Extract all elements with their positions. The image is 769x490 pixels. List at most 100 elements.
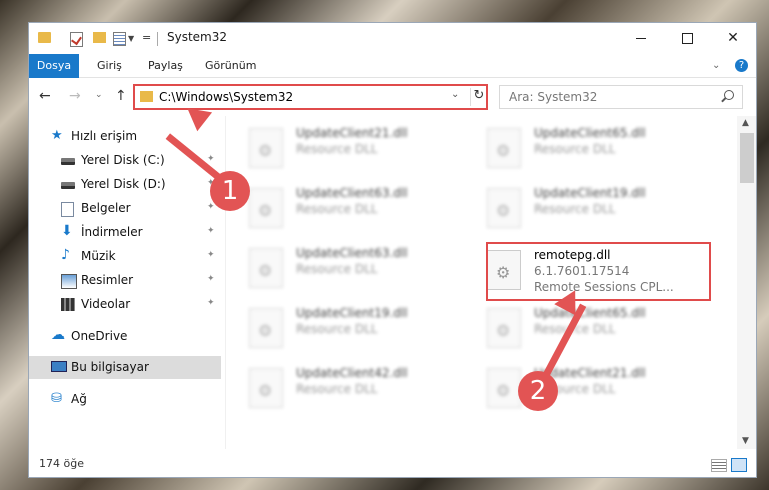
sidebar-item-pictures[interactable]: Resimler ✦ [29, 269, 221, 292]
chevron-down-icon[interactable]: ▼ [128, 34, 134, 43]
list-item[interactable]: UpdateClient42.dll Resource DLL [229, 362, 459, 412]
address-highlight-box [133, 84, 488, 110]
sidebar-item-this-pc[interactable]: Bu bilgisayar [29, 356, 221, 379]
help-icon[interactable]: ? [735, 59, 748, 72]
minimize-icon [636, 37, 646, 39]
pin-icon[interactable]: ✦ [207, 274, 215, 284]
videos-icon [61, 298, 75, 311]
drive-icon [61, 158, 75, 165]
search-icon[interactable] [724, 90, 734, 100]
folder-icon [38, 32, 51, 43]
file-description: Resource DLL [296, 142, 378, 156]
sidebar-item-label: Yerel Disk (D:) [81, 177, 166, 191]
scroll-up-icon[interactable]: ▲ [742, 118, 749, 128]
expand-ribbon-icon[interactable]: ⌄ [712, 60, 720, 71]
dll-file-icon [487, 188, 521, 228]
dll-file-icon [487, 128, 521, 168]
title-separator [157, 32, 158, 46]
tab-view[interactable]: Görünüm [205, 54, 256, 77]
customize-quick-access-icon[interactable]: = [142, 31, 151, 44]
drive-icon [61, 182, 75, 189]
cloud-icon: ☁ [51, 327, 65, 343]
sidebar-item-documents[interactable]: Belgeler ✦ [29, 197, 221, 220]
explorer-window: ▼ = System32 ✕ Dosya Giriş Paylaş Görünü… [28, 22, 757, 478]
navigation-pane: ★ Hızlı erişim Yerel Disk (C:) ✦ Yerel D… [29, 119, 221, 449]
maximize-button[interactable] [664, 23, 710, 54]
list-item[interactable]: UpdateClient21.dll Resource DLL [229, 122, 459, 172]
file-name: UpdateClient63.dll [296, 186, 408, 200]
dll-file-icon [249, 188, 283, 228]
pin-icon[interactable]: ✦ [207, 154, 215, 164]
file-name: UpdateClient65.dll [534, 126, 646, 140]
file-name: UpdateClient19.dll [296, 306, 408, 320]
sidebar-item-downloads[interactable]: ⬇ İndirmeler ✦ [29, 221, 221, 244]
ribbon-tabs: Dosya Giriş Paylaş Görünüm ⌄ ? [29, 54, 756, 104]
large-icons-view-icon[interactable] [731, 458, 747, 472]
new-folder-icon[interactable] [93, 32, 106, 43]
sidebar-item-label: İndirmeler [81, 225, 143, 239]
sidebar-item-quick-access[interactable]: ★ Hızlı erişim [29, 125, 221, 148]
list-item[interactable]: UpdateClient19.dll Resource DLL [229, 302, 459, 352]
dll-file-icon [249, 368, 283, 408]
file-description: Resource DLL [296, 262, 378, 276]
sidebar-item-label: Bu bilgisayar [71, 360, 149, 374]
dll-file-icon [249, 128, 283, 168]
sidebar-item-label: Resimler [81, 273, 134, 287]
up-arrow-icon[interactable]: ↑ [115, 88, 127, 104]
rename-icon[interactable] [113, 32, 126, 46]
vertical-scrollbar[interactable]: ▲ ▼ [737, 116, 756, 449]
sidebar-item-videos[interactable]: Videolar ✦ [29, 293, 221, 316]
sidebar-item-label: Hızlı erişim [71, 129, 138, 143]
recent-locations-icon[interactable]: ⌄ [95, 90, 103, 100]
sidebar-item-onedrive[interactable]: ☁ OneDrive [29, 325, 221, 348]
forward-arrow-icon[interactable]: → [69, 88, 81, 104]
file-description: Resource DLL [296, 322, 378, 336]
file-description: Resource DLL [296, 382, 378, 396]
sidebar-item-music[interactable]: ♪ Müzik ✦ [29, 245, 221, 268]
dll-file-icon [249, 248, 283, 288]
file-name: UpdateClient19.dll [534, 186, 646, 200]
title-bar: ▼ = System32 ✕ [29, 23, 756, 54]
pane-divider[interactable] [225, 116, 226, 449]
download-icon: ⬇ [61, 223, 73, 239]
close-button[interactable]: ✕ [710, 23, 756, 54]
documents-icon [61, 202, 74, 217]
pin-icon[interactable]: ✦ [207, 226, 215, 236]
scroll-down-icon[interactable]: ▼ [742, 436, 749, 446]
file-name: UpdateClient21.dll [296, 126, 408, 140]
list-item[interactable]: UpdateClient19.dll Resource DLL [467, 182, 697, 232]
sidebar-item-local-disk-d[interactable]: Yerel Disk (D:) ✦ [29, 173, 221, 196]
properties-check-icon[interactable] [70, 32, 83, 47]
back-arrow-icon[interactable]: ← [39, 88, 51, 104]
details-view-icon[interactable] [711, 459, 727, 472]
list-item[interactable]: UpdateClient21.dll Resource DLL [467, 362, 697, 412]
pictures-icon [61, 274, 77, 289]
search-placeholder: Ara: System32 [509, 90, 598, 104]
tab-share[interactable]: Paylaş [148, 54, 183, 77]
window-title: System32 [167, 30, 228, 44]
music-icon: ♪ [61, 247, 70, 263]
scroll-thumb[interactable] [740, 133, 754, 183]
step-badge-2: 2 [518, 371, 558, 411]
dll-file-icon [487, 308, 521, 348]
maximize-icon [681, 32, 693, 44]
pin-icon[interactable]: ✦ [207, 298, 215, 308]
sidebar-item-label: OneDrive [71, 329, 128, 343]
sidebar-item-network[interactable]: ⛁ Ağ [29, 388, 221, 411]
pin-icon[interactable]: ✦ [207, 250, 215, 260]
navigation-bar: ← → ⌄ ↑ C:\Windows\System32 ⌄ ↻ Ara: Sys… [29, 78, 756, 116]
file-name: UpdateClient42.dll [296, 366, 408, 380]
minimize-button[interactable] [618, 23, 664, 54]
list-item[interactable]: UpdateClient63.dll Resource DLL [229, 182, 459, 232]
file-description: Resource DLL [534, 142, 616, 156]
list-item[interactable]: UpdateClient65.dll Resource DLL [467, 122, 697, 172]
list-item[interactable]: UpdateClient63.dll Resource DLL [229, 242, 459, 292]
sidebar-item-label: Müzik [81, 249, 116, 263]
tab-home[interactable]: Giriş [97, 54, 122, 77]
file-name: UpdateClient65.dll [534, 306, 646, 320]
dll-file-icon [487, 368, 521, 408]
computer-icon [51, 361, 67, 372]
file-description: Resource DLL [296, 202, 378, 216]
search-input[interactable]: Ara: System32 [499, 85, 743, 109]
sidebar-item-label: Belgeler [81, 201, 131, 215]
